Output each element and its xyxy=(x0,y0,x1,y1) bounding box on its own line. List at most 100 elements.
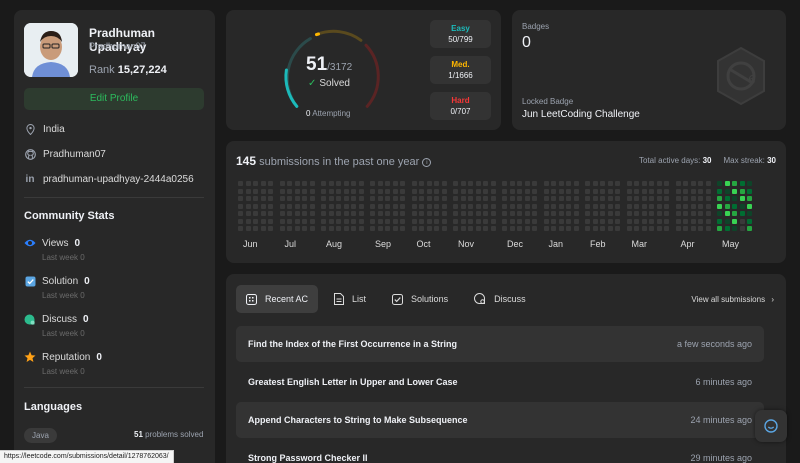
calendar-day-cell[interactable] xyxy=(302,181,307,186)
calendar-day-cell[interactable] xyxy=(392,196,398,201)
calendar-day-cell[interactable] xyxy=(385,203,390,209)
calendar-day-cell[interactable] xyxy=(302,226,307,231)
calendar-day-cell[interactable] xyxy=(490,181,496,186)
calendar-day-cell[interactable] xyxy=(328,203,334,209)
calendar-day-cell[interactable] xyxy=(260,196,266,201)
calendar-day-cell[interactable] xyxy=(385,218,390,224)
calendar-day-cell[interactable] xyxy=(690,211,696,216)
calendar-day-cell[interactable] xyxy=(385,188,390,194)
calendar-day-cell[interactable] xyxy=(524,226,530,231)
calendar-day-cell[interactable] xyxy=(245,203,251,209)
calendar-day-cell[interactable] xyxy=(675,181,681,186)
calendar-day-cell[interactable] xyxy=(573,226,579,231)
calendar-day-cell[interactable] xyxy=(573,188,579,194)
calendar-day-cell[interactable] xyxy=(724,218,730,224)
calendar-day-cell[interactable] xyxy=(551,211,556,216)
calendar-day-cell[interactable] xyxy=(434,181,439,186)
calendar-day-cell[interactable] xyxy=(426,181,432,186)
calendar-day-cell[interactable] xyxy=(279,188,285,194)
calendar-day-cell[interactable] xyxy=(551,218,556,224)
calendar-day-cell[interactable] xyxy=(717,211,722,216)
calendar-day-cell[interactable] xyxy=(351,181,356,186)
calendar-day-cell[interactable] xyxy=(419,218,424,224)
calendar-day-cell[interactable] xyxy=(411,181,417,186)
info-icon[interactable]: i xyxy=(422,158,432,167)
calendar-day-cell[interactable] xyxy=(524,188,530,194)
calendar-day-cell[interactable] xyxy=(592,211,598,216)
calendar-day-cell[interactable] xyxy=(517,226,522,231)
calendar-day-cell[interactable] xyxy=(238,203,243,209)
calendar-day-cell[interactable] xyxy=(532,181,537,186)
calendar-day-cell[interactable] xyxy=(543,188,549,194)
calendar-day-cell[interactable] xyxy=(294,218,300,224)
calendar-day-cell[interactable] xyxy=(573,196,579,201)
calendar-day-cell[interactable] xyxy=(343,188,349,194)
calendar-day-cell[interactable] xyxy=(490,196,496,201)
calendar-day-cell[interactable] xyxy=(370,218,375,224)
calendar-day-cell[interactable] xyxy=(739,203,745,209)
calendar-day-cell[interactable] xyxy=(641,196,647,201)
calendar-day-cell[interactable] xyxy=(400,203,405,209)
calendar-day-cell[interactable] xyxy=(543,218,549,224)
calendar-day-cell[interactable] xyxy=(543,181,549,186)
calendar-day-cell[interactable] xyxy=(641,203,647,209)
calendar-day-cell[interactable] xyxy=(600,188,605,194)
calendar-day-cell[interactable] xyxy=(634,188,639,194)
calendar-day-cell[interactable] xyxy=(238,181,243,186)
calendar-day-cell[interactable] xyxy=(483,196,488,201)
calendar-day-cell[interactable] xyxy=(656,188,662,194)
calendar-day-cell[interactable] xyxy=(615,218,620,224)
calendar-day-cell[interactable] xyxy=(634,218,639,224)
calendar-day-cell[interactable] xyxy=(524,203,530,209)
calendar-day-cell[interactable] xyxy=(392,181,398,186)
calendar-day-cell[interactable] xyxy=(343,203,349,209)
calendar-day-cell[interactable] xyxy=(517,188,522,194)
calendar-day-cell[interactable] xyxy=(664,203,669,209)
calendar-day-cell[interactable] xyxy=(279,211,285,216)
calendar-day-cell[interactable] xyxy=(377,196,383,201)
calendar-day-cell[interactable] xyxy=(656,211,662,216)
calendar-day-cell[interactable] xyxy=(475,211,481,216)
calendar-day-cell[interactable] xyxy=(302,218,307,224)
calendar-day-cell[interactable] xyxy=(475,203,481,209)
calendar-day-cell[interactable] xyxy=(253,218,258,224)
calendar-day-cell[interactable] xyxy=(649,196,654,201)
calendar-day-cell[interactable] xyxy=(675,218,681,224)
calendar-day-cell[interactable] xyxy=(336,196,341,201)
calendar-day-cell[interactable] xyxy=(626,196,632,201)
calendar-day-cell[interactable] xyxy=(509,181,515,186)
submission-row[interactable]: Append Characters to String to Make Subs… xyxy=(236,402,764,438)
calendar-day-cell[interactable] xyxy=(585,226,590,231)
calendar-day-cell[interactable] xyxy=(483,188,488,194)
calendar-day-cell[interactable] xyxy=(509,196,515,201)
calendar-day-cell[interactable] xyxy=(566,196,571,201)
calendar-day-cell[interactable] xyxy=(426,211,432,216)
calendar-day-cell[interactable] xyxy=(309,211,315,216)
calendar-day-cell[interactable] xyxy=(411,196,417,201)
calendar-day-cell[interactable] xyxy=(238,211,243,216)
calendar-day-cell[interactable] xyxy=(502,203,507,209)
calendar-day-cell[interactable] xyxy=(268,188,273,194)
calendar-day-cell[interactable] xyxy=(747,226,752,231)
calendar-day-cell[interactable] xyxy=(351,203,356,209)
calendar-day-cell[interactable] xyxy=(238,226,243,231)
calendar-day-cell[interactable] xyxy=(309,226,315,231)
calendar-day-cell[interactable] xyxy=(453,226,458,231)
calendar-day-cell[interactable] xyxy=(321,211,326,216)
calendar-day-cell[interactable] xyxy=(649,188,654,194)
calendar-day-cell[interactable] xyxy=(524,218,530,224)
calendar-day-cell[interactable] xyxy=(490,188,496,194)
calendar-day-cell[interactable] xyxy=(543,226,549,231)
calendar-day-cell[interactable] xyxy=(634,203,639,209)
calendar-day-cell[interactable] xyxy=(664,226,669,231)
calendar-day-cell[interactable] xyxy=(690,188,696,194)
calendar-day-cell[interactable] xyxy=(328,218,334,224)
calendar-day-cell[interactable] xyxy=(724,188,730,194)
calendar-day-cell[interactable] xyxy=(287,203,292,209)
calendar-day-cell[interactable] xyxy=(483,181,488,186)
calendar-day-cell[interactable] xyxy=(260,188,266,194)
calendar-day-cell[interactable] xyxy=(558,211,564,216)
calendar-day-cell[interactable] xyxy=(732,196,737,201)
calendar-day-cell[interactable] xyxy=(524,196,530,201)
calendar-day-cell[interactable] xyxy=(656,218,662,224)
